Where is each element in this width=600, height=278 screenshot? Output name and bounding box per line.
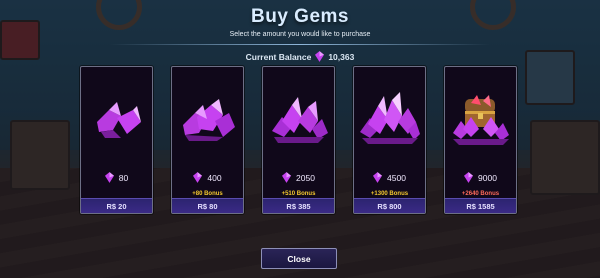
price-button[interactable]: R$ 800 bbox=[354, 198, 425, 213]
gem-cluster-icon bbox=[263, 67, 334, 167]
gem-icon bbox=[104, 172, 114, 183]
gem-amount-value: 4500 bbox=[387, 172, 406, 183]
gem-icon bbox=[373, 172, 383, 183]
gem-amount: 9000 bbox=[445, 172, 516, 183]
gem-packages: 80 R$ 20 400 +80 Bonus R$ 80 2050 +510 B… bbox=[80, 66, 518, 214]
balance-label: Current Balance bbox=[245, 51, 312, 62]
current-balance: Current Balance 10,363 bbox=[0, 51, 600, 62]
bonus-label: +2640 Bonus bbox=[461, 191, 500, 197]
gem-amount: 80 bbox=[81, 172, 152, 183]
treasure-chest-icon bbox=[445, 67, 516, 167]
gem-amount: 400 bbox=[172, 172, 243, 183]
header-divider bbox=[110, 44, 490, 45]
gem-package-card[interactable]: 4500 +1300 Bonus R$ 800 bbox=[353, 66, 426, 214]
price-button[interactable]: R$ 1585 bbox=[445, 198, 516, 213]
gem-amount-value: 80 bbox=[118, 172, 129, 183]
gem-amount-value: 400 bbox=[207, 172, 222, 183]
gem-amount-value: 2050 bbox=[296, 172, 315, 183]
gem-icon bbox=[315, 51, 325, 62]
gem-amount-value: 9000 bbox=[478, 172, 497, 183]
gem-package-card[interactable]: 80 R$ 20 bbox=[80, 66, 153, 214]
price-button[interactable]: R$ 385 bbox=[263, 198, 334, 213]
gem-package-card[interactable]: 400 +80 Bonus R$ 80 bbox=[171, 66, 244, 214]
gem-amount: 2050 bbox=[263, 172, 334, 183]
page-title: Buy Gems bbox=[251, 6, 349, 27]
gem-amount: 4500 bbox=[354, 172, 425, 183]
close-button[interactable]: Close bbox=[261, 248, 337, 269]
bonus-label: +1300 Bonus bbox=[370, 191, 409, 197]
page-subtitle: Select the amount you would like to purc… bbox=[229, 31, 371, 38]
price-button[interactable]: R$ 20 bbox=[81, 198, 152, 213]
gem-icon bbox=[282, 172, 292, 183]
gem-package-card[interactable]: 2050 +510 Bonus R$ 385 bbox=[262, 66, 335, 214]
bonus-label: +510 Bonus bbox=[281, 191, 316, 197]
gem-package-card[interactable]: 9000 +2640 Bonus R$ 1585 bbox=[444, 66, 517, 214]
dialog-header: Buy Gems Select the amount you would lik… bbox=[0, 6, 600, 38]
gem-pile-icon bbox=[172, 67, 243, 167]
balance-value: 10,363 bbox=[328, 51, 355, 62]
small-gem-pile-icon bbox=[81, 67, 152, 167]
gem-icon bbox=[193, 172, 203, 183]
price-button[interactable]: R$ 80 bbox=[172, 198, 243, 213]
gem-icon bbox=[464, 172, 474, 183]
large-gem-cluster-icon bbox=[354, 67, 425, 167]
bonus-label: +80 Bonus bbox=[192, 191, 223, 197]
